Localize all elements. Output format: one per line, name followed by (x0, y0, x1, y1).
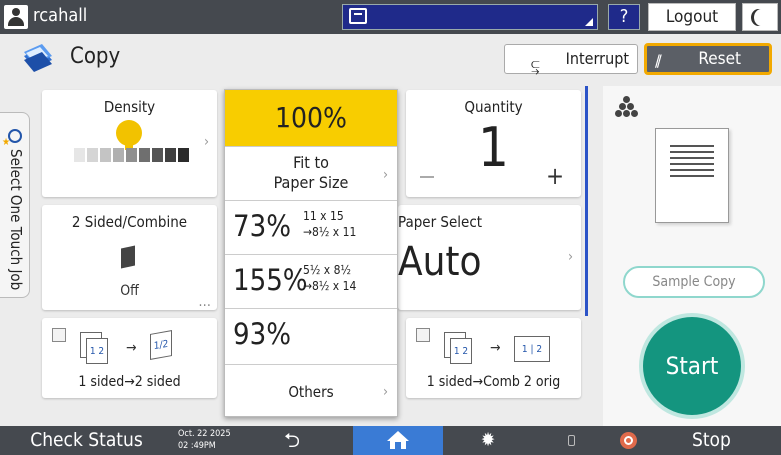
quantity-card: Quantity 1 + (406, 90, 581, 197)
header: Copy ⥹ Interrupt // Reset (0, 34, 781, 86)
density-scale (74, 148, 189, 162)
ratio-size: 11 x 15 →8½ x 11 (303, 208, 356, 240)
fit-to-paper-option[interactable]: Fit to Paper Size › (225, 146, 397, 200)
ratio-option-73[interactable]: 73% 11 x 15 →8½ x 11 (225, 200, 397, 252)
start-button[interactable]: Start (643, 317, 741, 415)
reset-button[interactable]: // Reset (644, 43, 772, 75)
date: Oct. 22 2025 (178, 429, 231, 439)
expand-corner-icon (585, 18, 593, 26)
ratio-value: 155% (233, 263, 308, 297)
home-button[interactable] (353, 426, 443, 455)
ratio-option-93[interactable]: 93% (225, 308, 397, 364)
chevron-right-icon: › (383, 167, 389, 183)
one-touch-job-tab[interactable]: ★ Select One Touch Job (0, 112, 30, 298)
one-touch-job-label: Select One Touch Job (7, 149, 25, 291)
reset-icon: // (655, 51, 661, 70)
ratio-option-155[interactable]: 155% 5½ x 8½ →8½ x 14 (225, 254, 397, 306)
check-status-button[interactable]: Check Status (0, 426, 173, 455)
ratio-others-option[interactable]: Others › (225, 364, 397, 418)
interrupt-label: Interrupt (565, 49, 629, 68)
ratio-selected[interactable]: 100% (225, 90, 397, 146)
density-indicator-icon (116, 120, 142, 150)
sample-copy-button[interactable]: Sample Copy (623, 266, 765, 298)
output-preview (655, 128, 729, 223)
help-button[interactable]: ? (608, 4, 640, 30)
paper-select-card[interactable]: Paper Select Auto › (398, 205, 581, 310)
duplex-icon (121, 245, 135, 269)
chevron-right-icon: › (568, 249, 574, 265)
two-sided-title: 2 Sided/Combine (71, 213, 188, 231)
moon-icon (754, 9, 769, 26)
arrow-right-icon: → (490, 340, 501, 356)
copy-app-icon (24, 44, 52, 72)
more-icon: … (198, 294, 211, 310)
energy-saver-button[interactable] (742, 3, 778, 31)
quantity-increase-button[interactable]: + (546, 162, 564, 190)
quantity-decrease-button[interactable] (420, 176, 434, 178)
paper-select-value: Auto (398, 239, 482, 285)
preset-checkbox[interactable] (416, 328, 430, 342)
combine-page-icon: 1 | 2 (514, 336, 550, 362)
size-to: →8½ x 14 (303, 279, 357, 293)
preset-checkbox[interactable] (52, 328, 66, 342)
page-title: Copy (70, 44, 121, 69)
chevron-right-icon: › (383, 384, 389, 400)
duplex-page-icon: 1/2 (150, 330, 172, 360)
density-card[interactable]: Density › (42, 90, 217, 197)
interrupt-button[interactable]: ⥹ Interrupt (504, 44, 638, 75)
user-icon[interactable] (4, 5, 28, 29)
reset-label: Reset (698, 49, 741, 69)
size-from: 11 x 15 (303, 209, 344, 223)
username[interactable]: rcahall (33, 5, 87, 26)
top-bar: rcahall ? Logout (0, 0, 781, 34)
page-icon: 1 2 (86, 338, 108, 364)
clock-icon (8, 129, 22, 143)
ratio-value: 73% (233, 209, 291, 243)
quantity-title: Quantity (464, 98, 523, 116)
gear-icon: ✹ (480, 429, 496, 451)
size-from: 5½ x 8½ (303, 263, 351, 277)
bottom-bar: Check Status Oct. 22 2025 02 :49PM ⮌ ✹ S… (0, 426, 781, 455)
ratio-value: 93% (233, 317, 291, 351)
time: 02 :49PM (178, 441, 216, 451)
home-icon (387, 431, 409, 449)
paper-select-title: Paper Select (398, 213, 483, 231)
preset-1-sided-2-sided[interactable]: 1 2 → 1/2 1 sided→2 sided (42, 318, 217, 398)
ratio-dropdown: 100% Fit to Paper Size › 73% 11 x 15 →8½… (224, 89, 398, 417)
preset-1-sided-comb-2-orig[interactable]: 1 2 → 1 | 2 1 sided→Comb 2 orig (406, 318, 581, 398)
density-title: Density (103, 98, 156, 116)
stop-icon (620, 432, 637, 449)
others-label: Others (288, 383, 334, 401)
job-list-icon (349, 8, 367, 24)
job-status-area[interactable] (342, 4, 598, 30)
interrupt-icon: ⥹ (531, 57, 540, 75)
star-icon: ★ (2, 137, 11, 148)
two-sided-combine-card[interactable]: 2 Sided/Combine Off … (42, 205, 217, 310)
size-to: →8½ x 11 (303, 225, 357, 239)
two-sided-value: Off (120, 283, 139, 299)
settings-button[interactable]: ✹ (474, 428, 502, 453)
stop-button[interactable]: Stop (604, 426, 781, 455)
memory-icon (568, 435, 575, 446)
right-panel: Sample Copy Start (603, 86, 781, 426)
arrow-right-icon: → (126, 340, 137, 356)
scroll-indicator (585, 86, 588, 316)
preset-label: 1 sided→2 sided (78, 374, 181, 390)
logout-button[interactable]: Logout (648, 3, 736, 31)
page-icon: 1 2 (450, 338, 472, 364)
back-button[interactable]: ⮌ (272, 428, 312, 453)
stop-label: Stop (692, 429, 731, 451)
ratio-size: 5½ x 8½ →8½ x 14 (303, 262, 356, 294)
fit-line-2: Paper Size (273, 173, 349, 192)
date-time: Oct. 22 2025 02 :49PM (178, 428, 231, 452)
preset-label: 1 sided→Comb 2 orig (426, 374, 561, 390)
fit-line-1: Fit to (293, 153, 329, 172)
chevron-right-icon: › (204, 134, 210, 150)
